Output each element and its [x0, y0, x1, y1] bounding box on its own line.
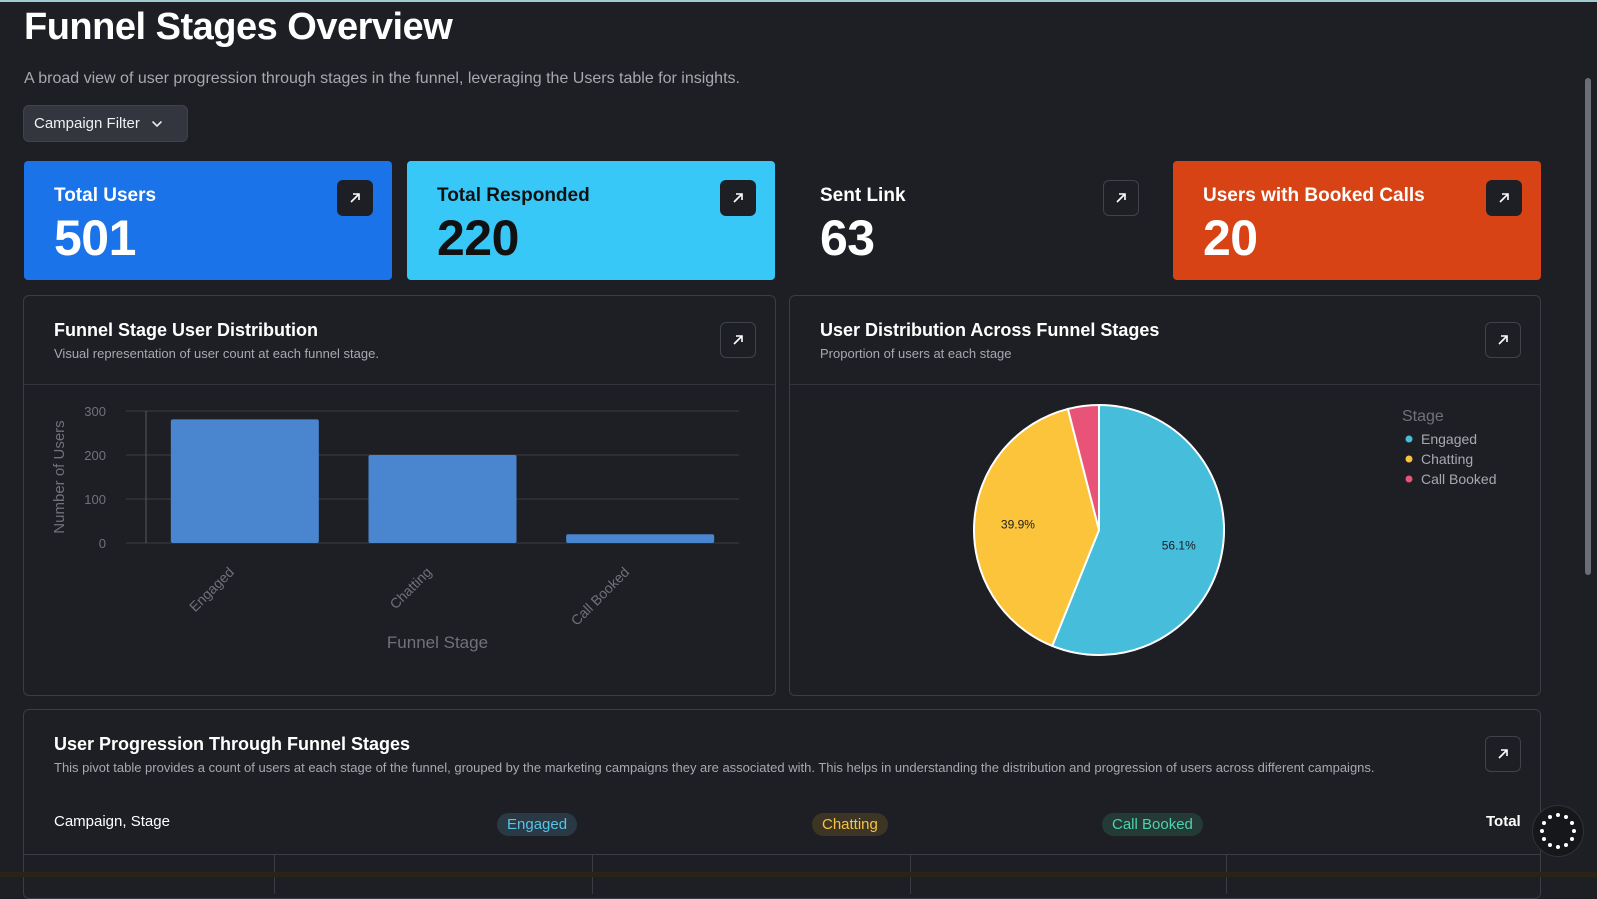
table-header-row: Campaign, Stage Engaged Chatting Call Bo…: [24, 804, 1540, 844]
campaign-filter-dropdown[interactable]: Campaign Filter: [23, 105, 188, 142]
legend-marker: [1405, 435, 1413, 443]
y-tick-label: 100: [84, 492, 106, 507]
kpi-label: Total Responded: [437, 185, 590, 206]
expand-button[interactable]: [720, 322, 756, 358]
bottom-strip: [0, 872, 1597, 877]
y-axis-title: Number of Users: [51, 420, 68, 533]
legend-item: Engaged: [1421, 431, 1477, 447]
bar-chart: 0 100 200 300 Engaged Chatting Call Booked Funn…: [51, 404, 739, 652]
card-divider: [24, 384, 775, 385]
card-subtitle: Proportion of users at each stage: [820, 346, 1012, 361]
arrow-up-right-icon: [733, 335, 743, 345]
y-tick-label: 0: [99, 536, 106, 551]
column-header-engaged[interactable]: Engaged: [497, 813, 578, 836]
bar-chatting: [368, 455, 517, 543]
pivot-table-card: User Progression Through Funnel Stages T…: [23, 709, 1541, 899]
kpi-card-total-responded: Total Responded 220: [407, 161, 775, 280]
page-scrollbar[interactable]: [1585, 78, 1591, 575]
column-header-call-booked[interactable]: Call Booked: [1102, 813, 1203, 836]
bar-call-booked: [566, 534, 715, 543]
x-axis-title: Funnel Stage: [387, 633, 488, 652]
pie-chart-card: User Distribution Across Funnel Stages P…: [789, 295, 1541, 696]
arrow-up-right-icon: [1498, 749, 1508, 759]
x-tick-label: Chatting: [386, 564, 434, 612]
expand-button[interactable]: [337, 180, 373, 216]
card-subtitle: Visual representation of user count at e…: [54, 346, 379, 361]
kpi-label: Total Users: [54, 185, 157, 206]
expand-button[interactable]: [1103, 180, 1139, 216]
kpi-label: Sent Link: [820, 185, 906, 206]
legend-item: Chatting: [1421, 451, 1473, 467]
card-title: User Distribution Across Funnel Stages: [820, 320, 1160, 340]
column-header-chatting[interactable]: Chatting: [812, 813, 888, 836]
card-divider: [790, 384, 1540, 385]
kpi-value: 20: [1203, 210, 1258, 266]
loading-spinner-icon: [1532, 805, 1584, 857]
pie-chart: 56.1% 39.9% Stage Engaged Chatting Call Booke…: [973, 403, 1497, 656]
kpi-label: Users with Booked Calls: [1203, 185, 1425, 206]
chevron-down-icon: [152, 120, 162, 127]
legend-item: Call Booked: [1421, 471, 1497, 487]
expand-button[interactable]: [1485, 322, 1521, 358]
arrow-up-right-icon: [1116, 193, 1126, 203]
pie-slice-label: 39.9%: [1001, 518, 1035, 532]
kpi-card-booked-calls: Users with Booked Calls 20: [1173, 161, 1541, 280]
legend-marker: [1405, 455, 1413, 463]
bar-chart-card: Funnel Stage User Distribution Visual re…: [23, 295, 776, 696]
page-title: Funnel Stages Overview: [24, 6, 453, 48]
bar-engaged: [170, 419, 319, 543]
table-divider: [24, 854, 1540, 855]
campaign-filter-label: Campaign Filter: [34, 115, 140, 132]
arrow-up-right-icon: [350, 193, 360, 203]
column-header-campaign-stage[interactable]: Campaign, Stage: [54, 813, 170, 830]
expand-button[interactable]: [1486, 180, 1522, 216]
x-tick-label: Call Booked: [568, 564, 633, 629]
pie-slice-label: 56.1%: [1162, 538, 1196, 552]
legend-marker: [1405, 475, 1413, 483]
kpi-value: 63: [820, 210, 875, 266]
arrow-up-right-icon: [733, 193, 743, 203]
expand-button[interactable]: [720, 180, 756, 216]
expand-button[interactable]: [1485, 736, 1521, 772]
y-tick-label: 200: [84, 448, 106, 463]
window-top-border: [0, 0, 1597, 2]
card-title: User Progression Through Funnel Stages: [54, 734, 411, 754]
arrow-up-right-icon: [1499, 193, 1509, 203]
kpi-value: 501: [54, 210, 136, 266]
y-tick-label: 300: [84, 404, 106, 419]
column-header-total[interactable]: Total: [1486, 813, 1521, 830]
kpi-card-total-users: Total Users 501: [24, 161, 392, 280]
arrow-up-right-icon: [1498, 335, 1508, 345]
x-tick-label: Engaged: [186, 564, 237, 615]
card-subtitle: This pivot table provides a count of use…: [54, 760, 1375, 775]
kpi-value: 220: [437, 210, 519, 266]
kpi-card-sent-link: Sent Link 63: [790, 161, 1158, 280]
card-title: Funnel Stage User Distribution: [54, 320, 319, 340]
page-subtitle: A broad view of user progression through…: [24, 70, 740, 87]
legend-title: Stage: [1402, 408, 1444, 425]
